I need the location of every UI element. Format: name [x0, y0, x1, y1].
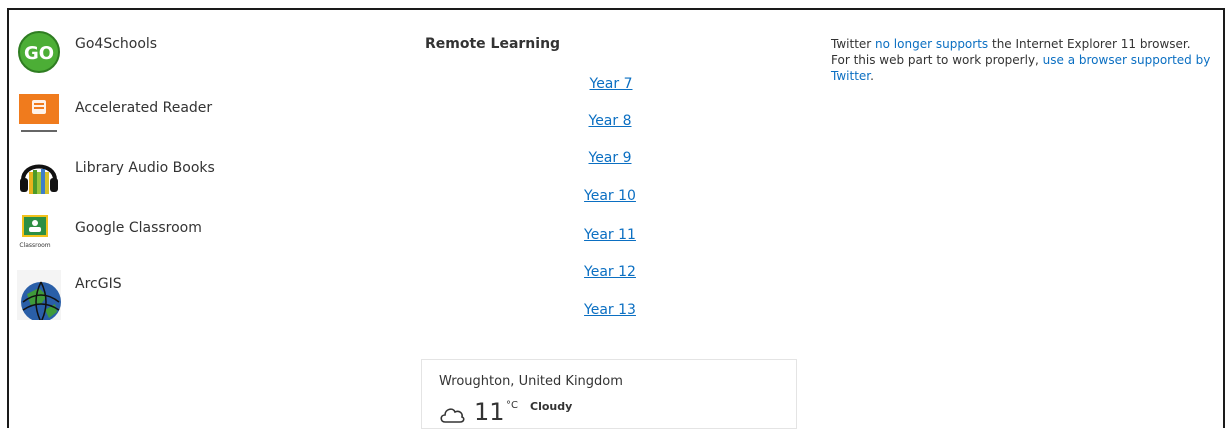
- link-label: Google Classroom: [75, 220, 202, 236]
- headphones-books-icon: [20, 164, 58, 194]
- twitter-notice-text: .: [870, 69, 874, 83]
- go4schools-logo-icon: GO: [18, 31, 60, 73]
- weather-unit: °C: [506, 400, 518, 411]
- weather-condition: Cloudy: [530, 400, 573, 413]
- link-label: Accelerated Reader: [75, 100, 213, 116]
- link-label: Library Audio Books: [75, 160, 215, 176]
- year-link-10[interactable]: Year 10: [584, 188, 636, 204]
- year-link-11[interactable]: Year 11: [584, 227, 636, 243]
- weather-widget: Wroughton, United Kingdom 11 °C Cloudy: [421, 359, 797, 429]
- year-link-9[interactable]: Year 9: [589, 150, 632, 166]
- weather-location: Wroughton, United Kingdom: [439, 374, 623, 389]
- twitter-notice-text: Twitter: [831, 37, 876, 51]
- remote-learning-section: Remote Learning: [425, 36, 825, 52]
- year-link-13[interactable]: Year 13: [584, 302, 636, 318]
- cloud-icon: [440, 408, 465, 423]
- classroom-icon-text: Classroom: [19, 242, 50, 249]
- year-link-12[interactable]: Year 12: [584, 264, 636, 280]
- no-longer-supports-link[interactable]: no longer supports: [875, 37, 988, 51]
- accelerated-reader-logo-icon: [19, 94, 59, 132]
- twitter-notice: Twitter no longer supports the Internet …: [831, 36, 1211, 84]
- link-label: ArcGIS: [75, 276, 122, 292]
- top-cropped-text-strip: [0, 0, 1232, 8]
- svg-text:GO: GO: [24, 43, 54, 64]
- year-link-8[interactable]: Year 8: [589, 113, 632, 129]
- year-link-7[interactable]: Year 7: [590, 76, 633, 92]
- weather-temperature: 11: [474, 398, 505, 426]
- link-label: Go4Schools: [75, 36, 158, 52]
- globe-icon: [17, 270, 61, 320]
- google-classroom-logo-icon: Classroom: [19, 215, 51, 249]
- remote-learning-title: Remote Learning: [425, 36, 561, 52]
